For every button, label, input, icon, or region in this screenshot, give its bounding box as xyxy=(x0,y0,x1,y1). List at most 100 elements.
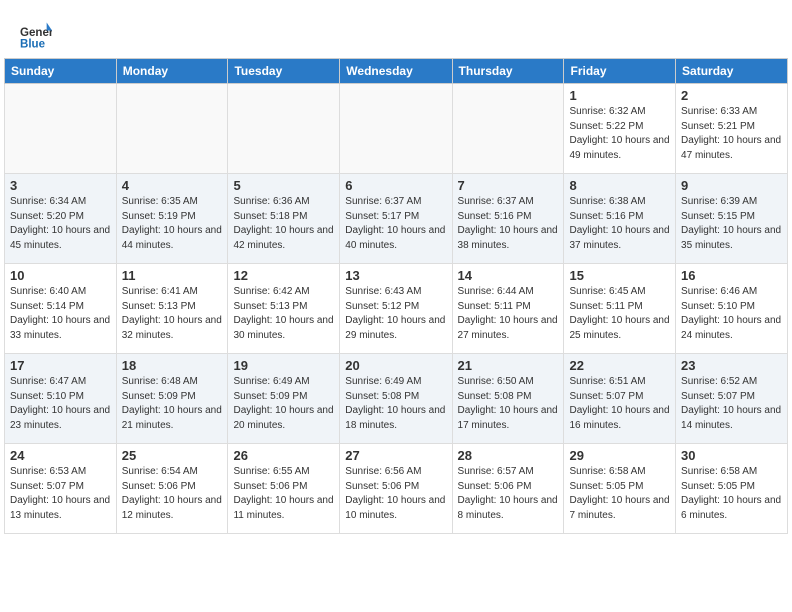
day-info: Sunrise: 6:32 AMSunset: 5:22 PMDaylight:… xyxy=(569,105,670,163)
day-cell: 14 Sunrise: 6:44 AMSunset: 5:11 PMDayligh… xyxy=(452,264,564,354)
day-cell: 30 Sunrise: 6:58 AMSunset: 5:05 PMDayligh… xyxy=(676,444,788,534)
day-info: Sunrise: 6:45 AMSunset: 5:11 PMDaylight:… xyxy=(569,285,670,343)
day-info: Sunrise: 6:51 AMSunset: 5:07 PMDaylight:… xyxy=(569,375,670,433)
day-info: Sunrise: 6:53 AMSunset: 5:07 PMDaylight:… xyxy=(10,465,111,523)
day-cell xyxy=(116,84,228,174)
day-number: 25 xyxy=(122,448,223,463)
week-row-5: 24 Sunrise: 6:53 AMSunset: 5:07 PMDayligh… xyxy=(5,444,788,534)
day-number: 29 xyxy=(569,448,670,463)
day-cell: 9 Sunrise: 6:39 AMSunset: 5:15 PMDaylight… xyxy=(676,174,788,264)
day-info: Sunrise: 6:42 AMSunset: 5:13 PMDaylight:… xyxy=(233,285,334,343)
week-row-1: 1Sunrise: 6:32 AMSunset: 5:22 PMDaylight… xyxy=(5,84,788,174)
day-number: 26 xyxy=(233,448,334,463)
logo-icon: General Blue xyxy=(20,18,52,50)
day-cell: 24 Sunrise: 6:53 AMSunset: 5:07 PMDayligh… xyxy=(5,444,117,534)
day-number: 9 xyxy=(681,178,782,193)
calendar-table: SundayMondayTuesdayWednesdayThursdayFrid… xyxy=(4,58,788,534)
day-cell: 28 Sunrise: 6:57 AMSunset: 5:06 PMDayligh… xyxy=(452,444,564,534)
day-info: Sunrise: 6:47 AMSunset: 5:10 PMDaylight:… xyxy=(10,375,111,433)
day-info: Sunrise: 6:49 AMSunset: 5:09 PMDaylight:… xyxy=(233,375,334,433)
day-cell xyxy=(5,84,117,174)
day-number: 11 xyxy=(122,268,223,283)
day-number: 6 xyxy=(345,178,446,193)
day-number: 7 xyxy=(458,178,559,193)
week-row-3: 10 Sunrise: 6:40 AMSunset: 5:14 PMDayligh… xyxy=(5,264,788,354)
day-cell: 29 Sunrise: 6:58 AMSunset: 5:05 PMDayligh… xyxy=(564,444,676,534)
weekday-tuesday: Tuesday xyxy=(228,59,340,84)
day-info: Sunrise: 6:46 AMSunset: 5:10 PMDaylight:… xyxy=(681,285,782,343)
day-info: Sunrise: 6:52 AMSunset: 5:07 PMDaylight:… xyxy=(681,375,782,433)
day-info: Sunrise: 6:35 AMSunset: 5:19 PMDaylight:… xyxy=(122,195,223,253)
day-number: 5 xyxy=(233,178,334,193)
day-cell: 2 Sunrise: 6:33 AMSunset: 5:21 PMDaylight… xyxy=(676,84,788,174)
day-cell: 12Sunrise: 6:42 AMSunset: 5:13 PMDayligh… xyxy=(228,264,340,354)
day-cell: 20 Sunrise: 6:49 AMSunset: 5:08 PMDayligh… xyxy=(340,354,452,444)
day-number: 22 xyxy=(569,358,670,373)
week-row-2: 3 Sunrise: 6:34 AMSunset: 5:20 PMDaylight… xyxy=(5,174,788,264)
day-number: 13 xyxy=(345,268,446,283)
day-number: 28 xyxy=(458,448,559,463)
day-info: Sunrise: 6:58 AMSunset: 5:05 PMDaylight:… xyxy=(569,465,670,523)
day-number: 30 xyxy=(681,448,782,463)
day-info: Sunrise: 6:37 AMSunset: 5:17 PMDaylight:… xyxy=(345,195,446,253)
day-cell: 6 Sunrise: 6:37 AMSunset: 5:17 PMDaylight… xyxy=(340,174,452,264)
day-number: 10 xyxy=(10,268,111,283)
day-cell: 26 Sunrise: 6:55 AMSunset: 5:06 PMDayligh… xyxy=(228,444,340,534)
day-number: 27 xyxy=(345,448,446,463)
day-info: Sunrise: 6:41 AMSunset: 5:13 PMDaylight:… xyxy=(122,285,223,343)
weekday-thursday: Thursday xyxy=(452,59,564,84)
day-number: 3 xyxy=(10,178,111,193)
day-cell: 25Sunrise: 6:54 AMSunset: 5:06 PMDayligh… xyxy=(116,444,228,534)
day-cell: 1Sunrise: 6:32 AMSunset: 5:22 PMDaylight… xyxy=(564,84,676,174)
day-cell: 23Sunrise: 6:52 AMSunset: 5:07 PMDayligh… xyxy=(676,354,788,444)
day-info: Sunrise: 6:57 AMSunset: 5:06 PMDaylight:… xyxy=(458,465,559,523)
day-number: 8 xyxy=(569,178,670,193)
day-number: 20 xyxy=(345,358,446,373)
logo: General Blue xyxy=(20,18,52,50)
day-cell xyxy=(340,84,452,174)
day-info: Sunrise: 6:39 AMSunset: 5:15 PMDaylight:… xyxy=(681,195,782,253)
day-info: Sunrise: 6:43 AMSunset: 5:12 PMDaylight:… xyxy=(345,285,446,343)
day-info: Sunrise: 6:49 AMSunset: 5:08 PMDaylight:… xyxy=(345,375,446,433)
day-number: 4 xyxy=(122,178,223,193)
calendar-wrapper: SundayMondayTuesdayWednesdayThursdayFrid… xyxy=(0,58,792,538)
week-row-4: 17 Sunrise: 6:47 AMSunset: 5:10 PMDayligh… xyxy=(5,354,788,444)
day-cell xyxy=(228,84,340,174)
day-cell: 5 Sunrise: 6:36 AMSunset: 5:18 PMDaylight… xyxy=(228,174,340,264)
day-number: 2 xyxy=(681,88,782,103)
day-cell: 16 Sunrise: 6:46 AMSunset: 5:10 PMDayligh… xyxy=(676,264,788,354)
weekday-saturday: Saturday xyxy=(676,59,788,84)
day-cell xyxy=(452,84,564,174)
header: General Blue xyxy=(0,0,792,58)
day-number: 16 xyxy=(681,268,782,283)
day-number: 14 xyxy=(458,268,559,283)
weekday-header-row: SundayMondayTuesdayWednesdayThursdayFrid… xyxy=(5,59,788,84)
day-cell: 17 Sunrise: 6:47 AMSunset: 5:10 PMDayligh… xyxy=(5,354,117,444)
day-info: Sunrise: 6:56 AMSunset: 5:06 PMDaylight:… xyxy=(345,465,446,523)
day-cell: 11 Sunrise: 6:41 AMSunset: 5:13 PMDayligh… xyxy=(116,264,228,354)
day-info: Sunrise: 6:34 AMSunset: 5:20 PMDaylight:… xyxy=(10,195,111,253)
day-cell: 8Sunrise: 6:38 AMSunset: 5:16 PMDaylight… xyxy=(564,174,676,264)
weekday-wednesday: Wednesday xyxy=(340,59,452,84)
day-number: 24 xyxy=(10,448,111,463)
svg-text:Blue: Blue xyxy=(20,38,46,50)
day-info: Sunrise: 6:58 AMSunset: 5:05 PMDaylight:… xyxy=(681,465,782,523)
day-info: Sunrise: 6:48 AMSunset: 5:09 PMDaylight:… xyxy=(122,375,223,433)
day-number: 17 xyxy=(10,358,111,373)
weekday-friday: Friday xyxy=(564,59,676,84)
day-cell: 3 Sunrise: 6:34 AMSunset: 5:20 PMDaylight… xyxy=(5,174,117,264)
day-info: Sunrise: 6:40 AMSunset: 5:14 PMDaylight:… xyxy=(10,285,111,343)
day-cell: 18 Sunrise: 6:48 AMSunset: 5:09 PMDayligh… xyxy=(116,354,228,444)
day-info: Sunrise: 6:44 AMSunset: 5:11 PMDaylight:… xyxy=(458,285,559,343)
day-cell: 7 Sunrise: 6:37 AMSunset: 5:16 PMDaylight… xyxy=(452,174,564,264)
day-number: 18 xyxy=(122,358,223,373)
weekday-sunday: Sunday xyxy=(5,59,117,84)
day-number: 15 xyxy=(569,268,670,283)
day-info: Sunrise: 6:55 AMSunset: 5:06 PMDaylight:… xyxy=(233,465,334,523)
day-cell: 4 Sunrise: 6:35 AMSunset: 5:19 PMDaylight… xyxy=(116,174,228,264)
day-info: Sunrise: 6:37 AMSunset: 5:16 PMDaylight:… xyxy=(458,195,559,253)
day-info: Sunrise: 6:36 AMSunset: 5:18 PMDaylight:… xyxy=(233,195,334,253)
day-number: 21 xyxy=(458,358,559,373)
day-info: Sunrise: 6:33 AMSunset: 5:21 PMDaylight:… xyxy=(681,105,782,163)
day-cell: 22 Sunrise: 6:51 AMSunset: 5:07 PMDayligh… xyxy=(564,354,676,444)
